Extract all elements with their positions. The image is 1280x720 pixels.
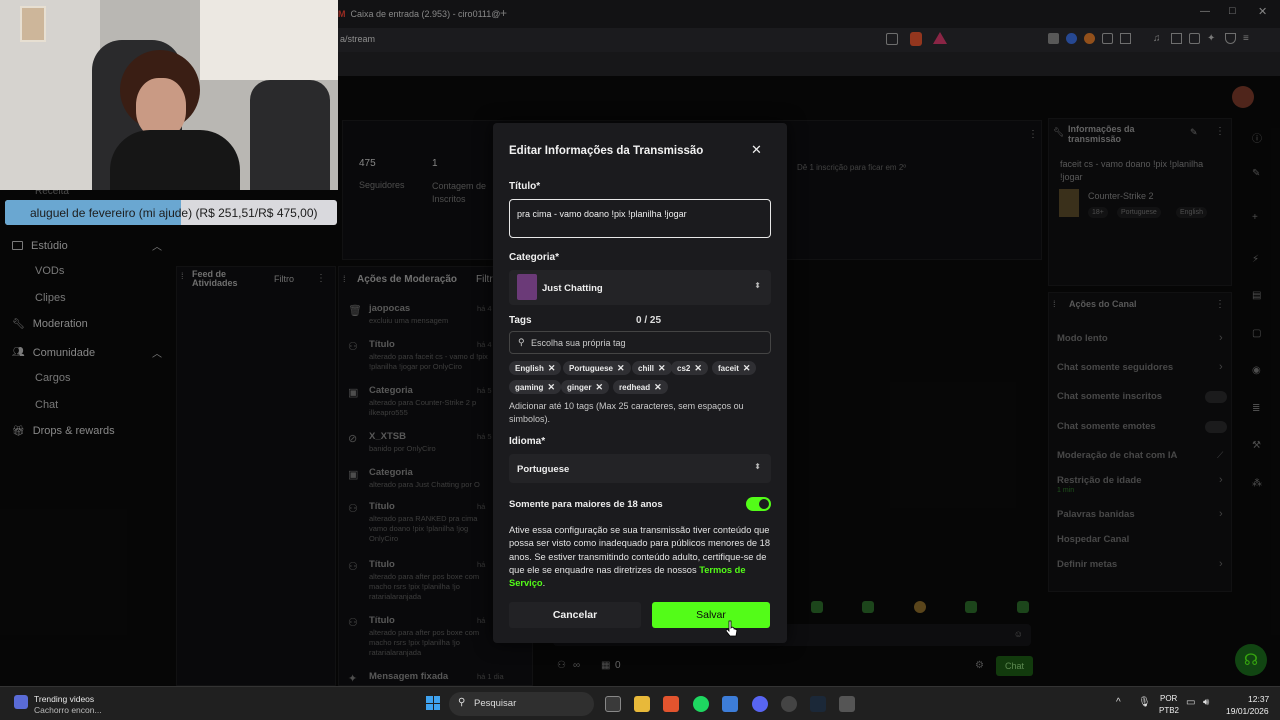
- obs-icon[interactable]: [781, 696, 797, 712]
- language-value: Portuguese: [517, 464, 570, 475]
- poster-image: [20, 6, 46, 42]
- windows-start-icon[interactable]: [426, 696, 440, 710]
- wall-left: [0, 0, 100, 190]
- adult-toggle[interactable]: [746, 497, 771, 511]
- goal-amounts: (R$ 251,51/R$ 475,00): [195, 206, 318, 220]
- steam-icon[interactable]: [810, 696, 826, 712]
- microphone-icon[interactable]: 🎙︎: [1138, 697, 1151, 708]
- tag-chip-label: ginger: [567, 382, 592, 392]
- category-label: Categoria*: [509, 252, 560, 263]
- tag-chip-label: faceit: [718, 363, 739, 373]
- title-input-value: pra cima - vamo doano !pix !planilha !jo…: [517, 209, 687, 219]
- tag-chip: gaming ✕: [509, 380, 561, 394]
- tag-chip: chill ✕: [632, 361, 672, 375]
- language-select[interactable]: Portuguese ⬍: [509, 454, 771, 483]
- tag-chip: cs2 ✕: [671, 361, 708, 375]
- tags-counter: 0 / 25: [636, 315, 662, 326]
- calculator-icon[interactable]: [839, 696, 855, 712]
- brave-browser-icon[interactable]: [663, 696, 679, 712]
- discord-icon[interactable]: [752, 696, 768, 712]
- tag-chip-label: cs2: [677, 363, 691, 373]
- tag-chip-label: redhead: [619, 382, 651, 392]
- tag-chip: ginger ✕: [561, 380, 609, 394]
- spotify-icon[interactable]: [693, 696, 709, 712]
- remove-tag-icon[interactable]: ✕: [658, 363, 666, 374]
- chair-image: [250, 80, 330, 190]
- search-placeholder: Pesquisar: [474, 698, 517, 709]
- tags-label: Tags: [509, 315, 532, 326]
- task-view-icon[interactable]: [605, 696, 621, 712]
- tag-chip: English ✕: [509, 361, 562, 375]
- save-button[interactable]: Salvar: [652, 602, 770, 628]
- tag-chip-label: English: [515, 363, 544, 373]
- terms-period: .: [542, 578, 546, 589]
- lang-primary[interactable]: POR: [1160, 694, 1177, 703]
- title-input[interactable]: pra cima - vamo doano !pix !planilha !jo…: [509, 199, 771, 238]
- network-icon[interactable]: ▭: [1186, 697, 1195, 708]
- remove-tag-icon[interactable]: ✕: [595, 382, 603, 393]
- tag-chip-label: Portuguese: [569, 363, 614, 373]
- adult-description: Ative essa configuração se sua transmiss…: [509, 524, 775, 590]
- search-icon: ⚲: [518, 337, 525, 347]
- file-explorer-icon[interactable]: [634, 696, 650, 712]
- remove-tag-icon[interactable]: ✕: [654, 382, 662, 393]
- category-select[interactable]: Just Chatting ⬍: [509, 270, 771, 305]
- donation-goal-bar: aluguel de fevereiro (mi ajude) (R$ 251,…: [5, 200, 337, 225]
- close-icon[interactable]: ✕: [751, 142, 762, 158]
- volume-icon[interactable]: 🔊︎: [1203, 697, 1209, 708]
- remove-tag-icon[interactable]: ✕: [694, 363, 702, 374]
- tags-input[interactable]: ⚲ Escolha sua própria tag: [509, 331, 771, 354]
- toggle-knob: [759, 499, 769, 509]
- adult-label: Somente para maiores de 18 anos: [509, 499, 663, 510]
- goal-text: aluguel de fevereiro (mi ajude) (R$ 251,…: [30, 206, 318, 220]
- tags-placeholder: Escolha sua própria tag: [531, 338, 626, 348]
- cancel-button[interactable]: Cancelar: [509, 602, 641, 628]
- face-image: [136, 78, 186, 138]
- clock-time[interactable]: 12:37: [1248, 694, 1269, 704]
- screen: { "browser":{"tab_title":"Caixa de entra…: [0, 0, 1280, 720]
- mouse-cursor-icon: [726, 620, 738, 637]
- remove-tag-icon[interactable]: ✕: [617, 363, 625, 374]
- search-icon: ⚲: [458, 697, 466, 708]
- modal-title: Editar Informações da Transmissão: [509, 145, 704, 157]
- taskbar-search[interactable]: ⚲ Pesquisar: [449, 692, 594, 716]
- clock-date: 19/01/2026: [1226, 706, 1269, 716]
- language-label: Idioma*: [509, 436, 546, 447]
- window-light: [200, 0, 338, 80]
- select-arrows-icon: ⬍: [754, 462, 761, 471]
- remove-tag-icon[interactable]: ✕: [743, 363, 751, 374]
- remove-tag-icon[interactable]: ✕: [548, 363, 556, 374]
- category-value: Just Chatting: [542, 283, 603, 294]
- webcam-overlay: [0, 0, 338, 190]
- notepad-icon[interactable]: [722, 696, 738, 712]
- tag-chip: redhead ✕: [613, 380, 668, 394]
- select-arrows-icon: ⬍: [754, 281, 761, 290]
- lang-secondary: PTB2: [1159, 706, 1180, 715]
- chevron-up-icon[interactable]: ^: [1116, 697, 1121, 708]
- shirt-image: [110, 130, 240, 190]
- remove-tag-icon[interactable]: ✕: [547, 382, 555, 393]
- trending-subtitle: Cachorro encon...: [34, 705, 102, 715]
- tag-chip: faceit ✕: [712, 361, 757, 375]
- goal-label: aluguel de fevereiro (mi ajude): [30, 206, 193, 220]
- tag-chip-label: gaming: [515, 382, 544, 392]
- title-label: Título*: [509, 181, 541, 192]
- tag-chip-label: chill: [638, 363, 655, 373]
- edit-stream-modal: Editar Informações da Transmissão ✕ Títu…: [493, 123, 787, 643]
- tag-chip: Portuguese ✕: [563, 361, 631, 375]
- windows-taskbar: Trending videos Cachorro encon... ⚲ Pesq…: [0, 686, 1280, 720]
- trending-icon[interactable]: [14, 695, 28, 709]
- category-thumbnail: [517, 274, 537, 300]
- trending-title[interactable]: Trending videos: [34, 694, 94, 704]
- tags-help: Adicionar até 10 tags (Max 25 caracteres…: [509, 401, 744, 424]
